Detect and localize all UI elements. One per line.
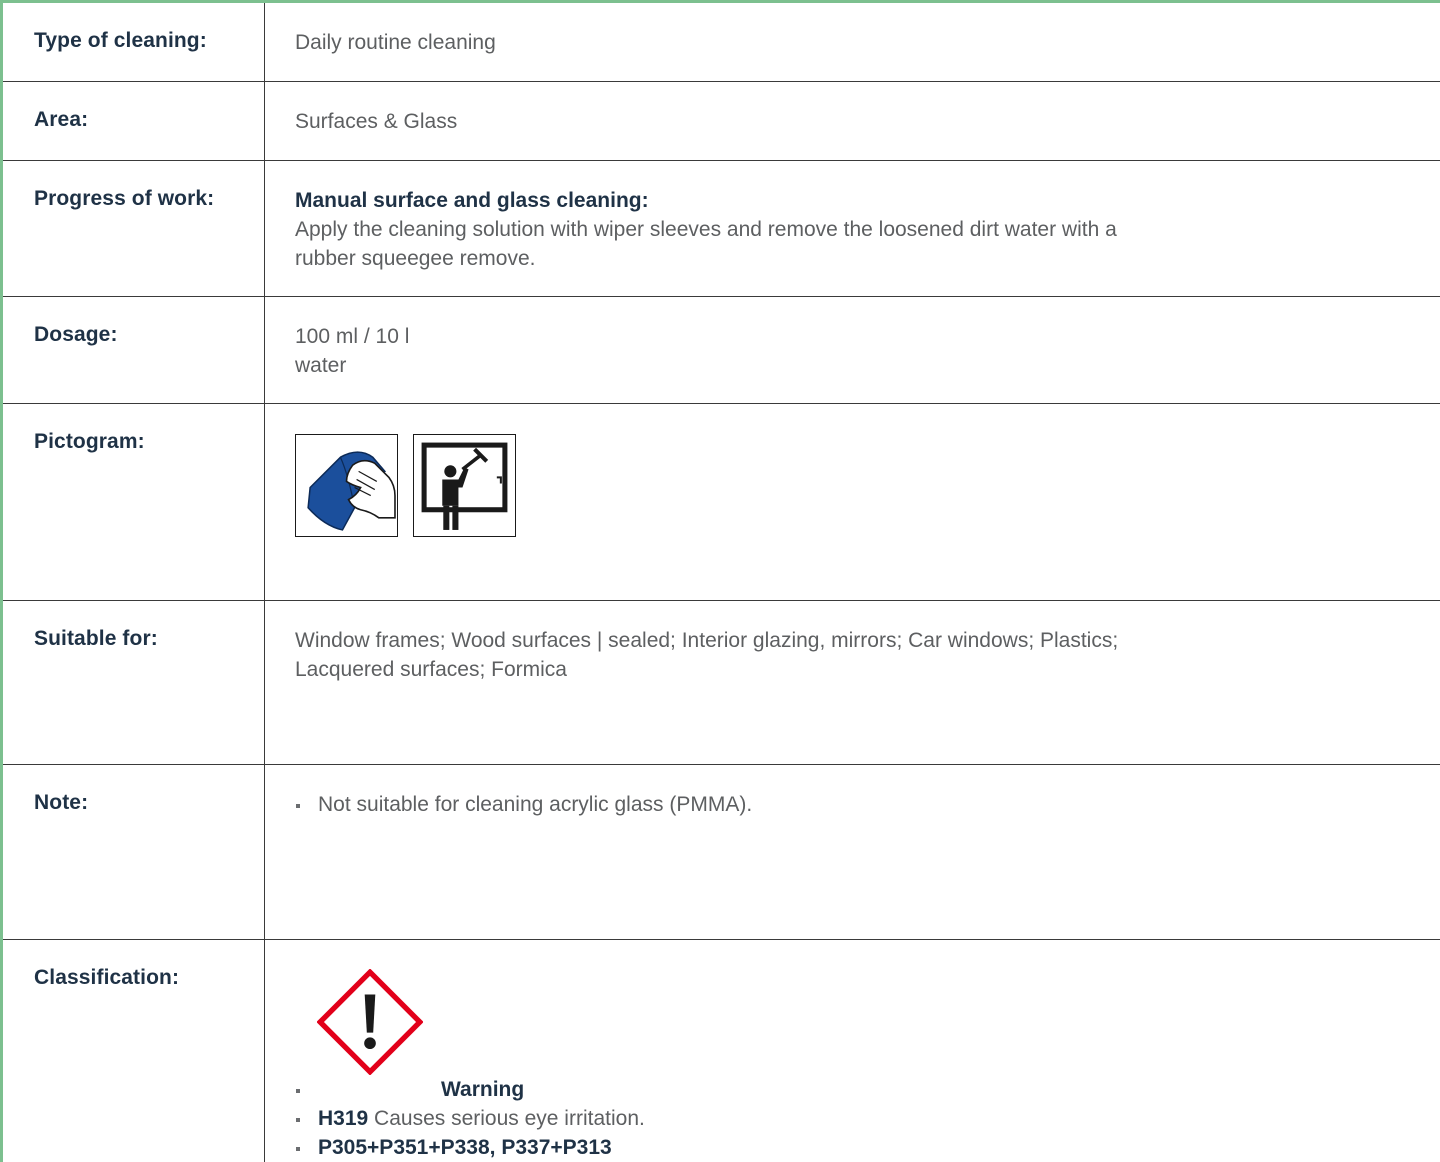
- row-label: Progress of work:: [3, 161, 265, 296]
- wiping-cloth-hand-icon: [295, 434, 398, 537]
- row-area: Area: Surfaces & Glass: [3, 82, 1440, 161]
- row-note: Note: Not suitable for cleaning acrylic …: [3, 765, 1440, 940]
- row-progress-of-work: Progress of work: Manual surface and gla…: [3, 161, 1440, 297]
- suitable-line: Window frames; Wood surfaces | sealed; I…: [295, 629, 1119, 652]
- row-label: Note:: [3, 765, 265, 939]
- row-value: 100 ml / 10 l water: [265, 297, 1440, 403]
- row-label: Dosage:: [3, 297, 265, 403]
- row-label: Pictogram:: [3, 404, 265, 600]
- list-item: Not suitable for cleaning acrylic glass …: [295, 790, 1440, 819]
- window-squeegee-person-icon: [413, 434, 516, 537]
- ghs-exclamation-mark-icon: [317, 969, 423, 1075]
- row-value: Surfaces & Glass: [295, 110, 458, 133]
- row-value: Daily routine cleaning: [295, 31, 496, 54]
- list-item: P305+P351+P338, P337+P313: [295, 1133, 1440, 1162]
- precaution-codes: P305+P351+P338, P337+P313: [318, 1136, 612, 1159]
- hazard-pictogram-area: [295, 965, 1440, 1075]
- row-value: Window frames; Wood surfaces | sealed; I…: [265, 601, 1440, 764]
- pictogram-list: [295, 434, 1440, 537]
- list-item: Warning: [295, 1075, 1440, 1104]
- progress-heading: Manual surface and glass cleaning:: [295, 189, 649, 212]
- note-list: Not suitable for cleaning acrylic glass …: [295, 790, 1440, 819]
- product-info-table: Type of cleaning: Daily routine cleaning…: [0, 0, 1440, 1162]
- list-item: H319 Causes serious eye irritation.: [295, 1104, 1440, 1133]
- dosage-medium: water: [295, 354, 347, 377]
- row-label: Area:: [3, 82, 265, 160]
- classification-list: Warning H319 Causes serious eye irritati…: [295, 1075, 1440, 1162]
- row-suitable-for: Suitable for: Window frames; Wood surfac…: [3, 601, 1440, 765]
- row-value: [265, 404, 1440, 600]
- suitable-line: Lacquered surfaces; Formica: [295, 658, 567, 681]
- row-value: Not suitable for cleaning acrylic glass …: [265, 765, 1440, 939]
- row-pictogram: Pictogram:: [3, 404, 1440, 601]
- dosage-amount: 100 ml / 10 l: [295, 325, 410, 348]
- row-value: Manual surface and glass cleaning: Apply…: [265, 161, 1440, 296]
- row-label: Suitable for:: [3, 601, 265, 764]
- row-dosage: Dosage: 100 ml / 10 l water: [3, 297, 1440, 404]
- row-label: Classification:: [3, 940, 265, 1162]
- row-type-of-cleaning: Type of cleaning: Daily routine cleaning: [3, 3, 1440, 82]
- signal-word: Warning: [441, 1078, 525, 1101]
- progress-text-line: Apply the cleaning solution with wiper s…: [295, 218, 1117, 241]
- progress-text-line: rubber squeegee remove.: [295, 247, 536, 270]
- row-classification: Classification: Warning H319 Causes seri…: [3, 940, 1440, 1162]
- row-value: Warning H319 Causes serious eye irritati…: [265, 940, 1440, 1162]
- hazard-code: H319: [318, 1107, 369, 1130]
- row-label: Type of cleaning:: [3, 3, 265, 81]
- hazard-text: Causes serious eye irritation.: [374, 1107, 645, 1130]
